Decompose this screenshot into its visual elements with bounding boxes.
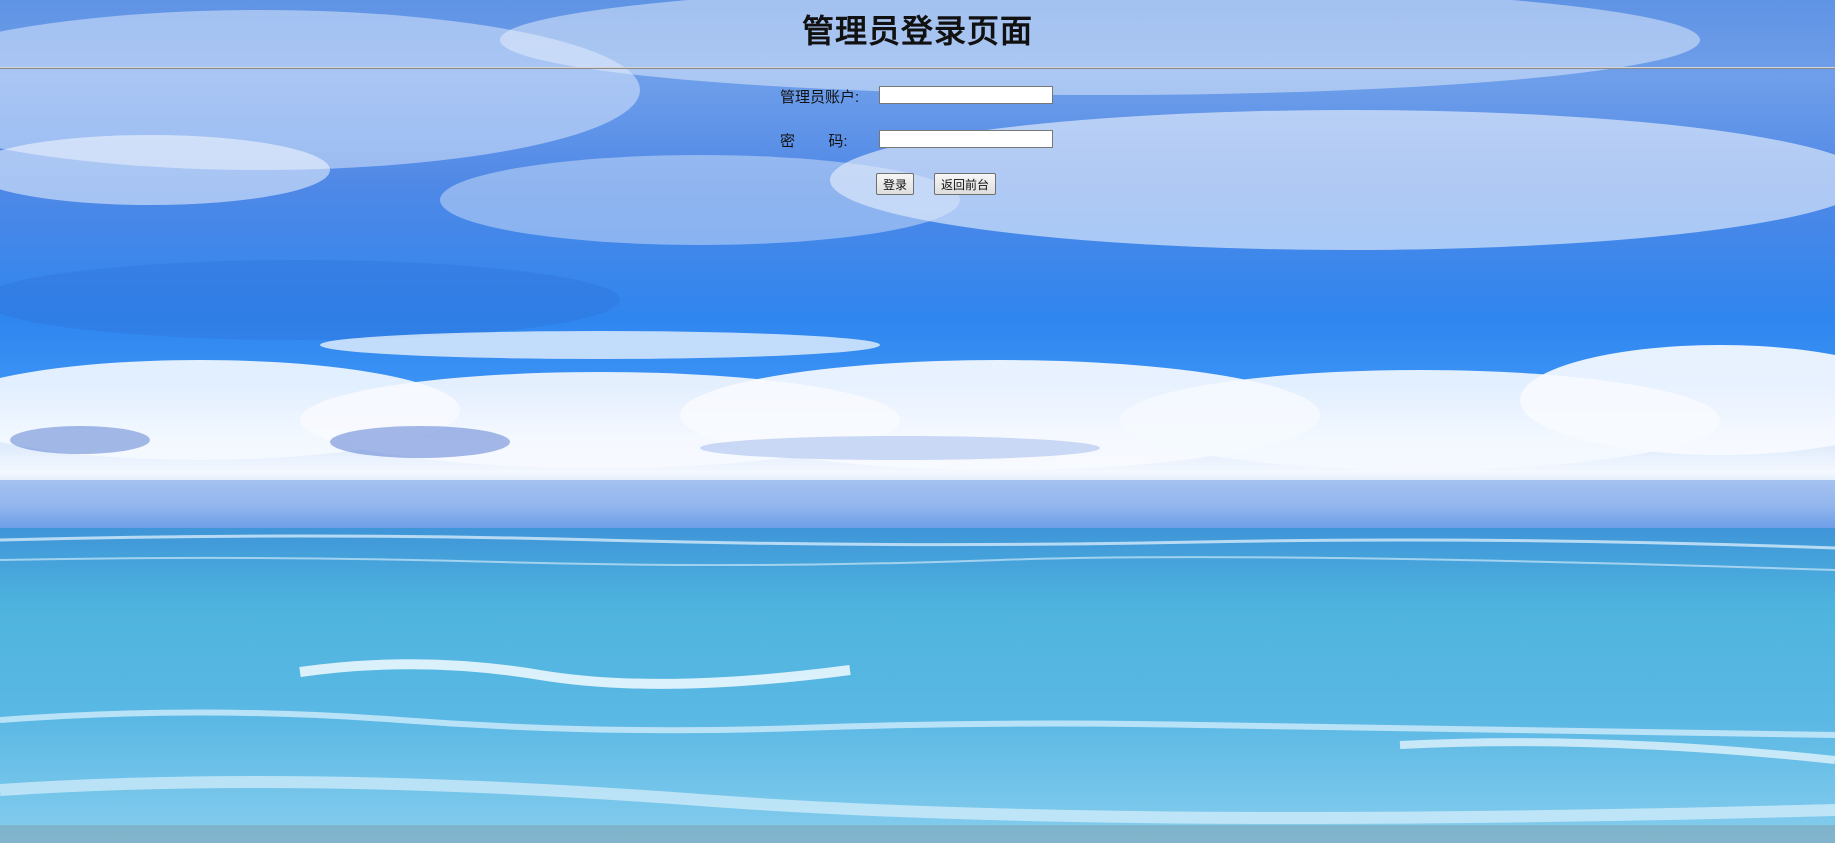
password-row: 密 码: — [780, 128, 1060, 152]
back-to-frontend-button[interactable]: 返回前台 — [934, 173, 997, 195]
password-label: 密 码: — [780, 133, 848, 150]
sky-sea-background-image — [0, 0, 1835, 843]
account-label: 管理员账户: — [780, 89, 860, 106]
header-divider — [0, 67, 1835, 69]
login-page: 管理员登录页面 管理员账户: 密 码: 登录 返回前台 — [0, 0, 1835, 843]
login-button[interactable]: 登录 — [876, 173, 915, 195]
page-title: 管理员登录页面 — [801, 13, 1033, 49]
account-input[interactable] — [879, 86, 1053, 104]
password-input[interactable] — [879, 130, 1053, 148]
button-row: 登录 返回前台 — [780, 173, 1060, 197]
account-row: 管理员账户: — [780, 84, 1060, 108]
